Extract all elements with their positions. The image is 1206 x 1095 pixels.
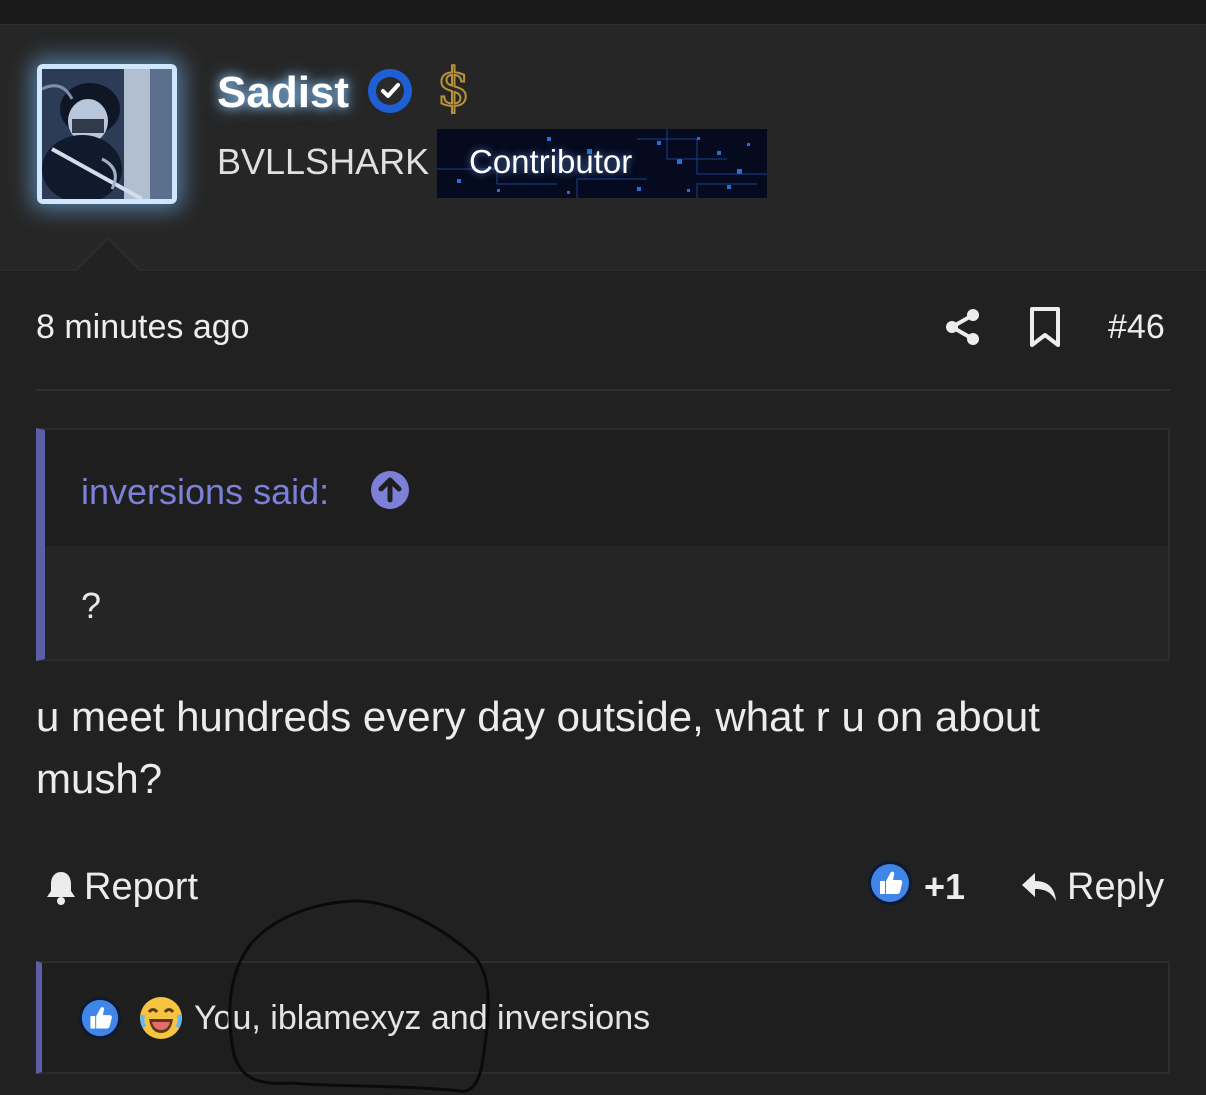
post-message: u meet hundreds every day outside, what … [36, 693, 1040, 802]
quote-author[interactable]: inversions said: [81, 471, 329, 513]
avatar-image [42, 69, 172, 199]
verified-icon [368, 69, 412, 113]
post-number[interactable]: #46 [1108, 308, 1165, 347]
top-strip [0, 0, 1206, 24]
reactions-bar[interactable]: You, iblamexyz and inversions [36, 961, 1170, 1074]
post-time[interactable]: 8 minutes ago [36, 308, 250, 347]
user-title: BVLLSHARK [217, 141, 430, 182]
dollar-icon: $ [436, 57, 471, 119]
laughing-emoji-icon [140, 997, 182, 1039]
quote-body: ? [81, 585, 102, 626]
quote-up-arrow-icon[interactable] [370, 470, 410, 510]
bookmark-icon[interactable] [1026, 306, 1064, 348]
thumbs-up-icon[interactable] [867, 860, 913, 906]
header-pointer-inner [77, 240, 139, 271]
meta-divider [36, 389, 1170, 391]
thumbs-up-icon [78, 996, 122, 1040]
contributor-badge: Contributor [437, 129, 767, 198]
reply-label: Reply [1067, 865, 1165, 908]
report-label: Report [84, 865, 199, 908]
avatar[interactable] [37, 64, 177, 204]
share-icon[interactable] [943, 307, 983, 347]
quote-header: inversions said: [45, 430, 1168, 546]
reply-icon [1022, 873, 1056, 901]
report-button[interactable]: Report [44, 864, 198, 910]
like-count[interactable]: +1 [924, 866, 965, 908]
username[interactable]: Sadist [217, 68, 349, 118]
reply-button[interactable]: Reply [1019, 864, 1164, 910]
bell-icon [47, 872, 75, 905]
quote-block: inversions said: ? [36, 428, 1170, 661]
reactions-text: You, iblamexyz and inversions [194, 999, 651, 1037]
badge-label: Contributor [469, 143, 633, 180]
